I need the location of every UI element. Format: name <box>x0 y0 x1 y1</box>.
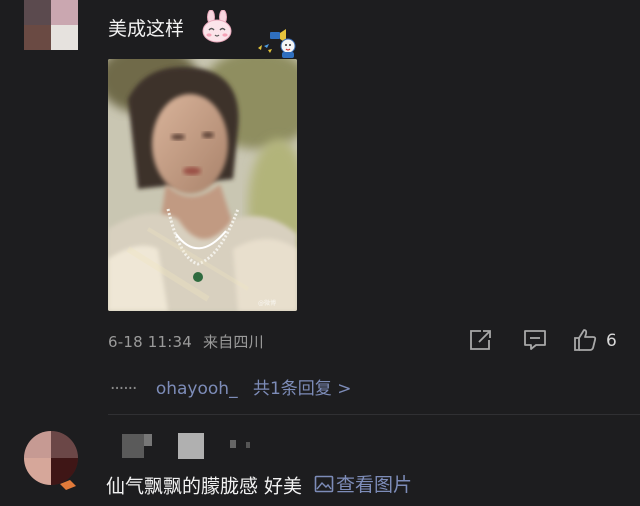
comment-photo[interactable]: @微博 <box>108 59 297 311</box>
comment-text: 仙气飘飘的朦胧感 好美 <box>106 475 303 498</box>
view-image-link[interactable]: 查看图片 <box>314 470 412 497</box>
thumbs-up-icon[interactable] <box>572 328 598 352</box>
cheer-sticker-icon <box>258 29 296 58</box>
image-icon <box>314 475 334 492</box>
comment-text-2: 仙气飘飘的朦胧感 好美 查看图片 <box>106 470 412 499</box>
comment-date: 6-18 11:34 <box>108 333 193 351</box>
svg-text:@微博: @微博 <box>258 299 276 307</box>
reply-count[interactable]: 共1条回复 > <box>253 379 351 399</box>
username-pixelated[interactable] <box>100 430 260 462</box>
comment-icon[interactable] <box>522 328 548 352</box>
rabbit-emoji-icon <box>202 10 232 43</box>
avatar[interactable] <box>24 430 82 492</box>
view-replies-link[interactable]: ······ ohayooh_ 共1条回复 > <box>110 374 351 399</box>
portrait-image: @微博 <box>108 59 297 311</box>
reply-username[interactable]: ohayooh_ <box>156 379 238 399</box>
share-icon[interactable] <box>468 328 494 352</box>
like-count: 6 <box>606 331 617 351</box>
comment-meta: 6-18 11:34 来自四川 <box>108 331 264 352</box>
view-image-label: 查看图片 <box>336 474 413 496</box>
avatar[interactable] <box>24 0 78 50</box>
comment-location: 来自四川 <box>203 333 264 351</box>
username-pixelated[interactable] <box>108 0 238 2</box>
divider <box>108 414 640 415</box>
reply-dots: ······ <box>110 379 137 399</box>
comment-text: 美成这样 <box>108 18 185 40</box>
